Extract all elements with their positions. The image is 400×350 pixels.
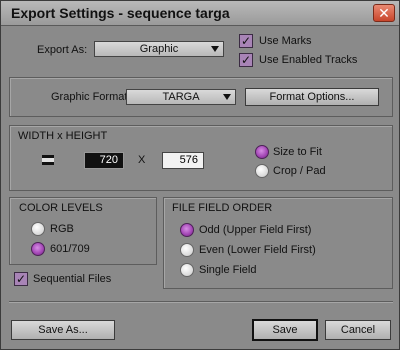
color-levels-heading: COLOR LEVELS [19, 202, 103, 214]
use-marks-label: Use Marks [259, 35, 312, 47]
color-levels-panel: COLOR LEVELS RGB 601/709 [9, 197, 157, 265]
odd-field-label: Odd (Upper Field First) [199, 224, 312, 236]
single-field-radio[interactable] [180, 263, 194, 277]
x-separator-label: X [138, 154, 146, 166]
use-enabled-tracks-label: Use Enabled Tracks [259, 54, 358, 66]
width-height-heading: WIDTH x HEIGHT [18, 130, 108, 142]
height-field[interactable]: 576 [162, 152, 204, 169]
export-as-dropdown[interactable]: Graphic [94, 41, 224, 57]
size-to-fit-radio[interactable] [255, 145, 269, 159]
rgb-radio[interactable] [31, 222, 45, 236]
odd-field-radio[interactable] [180, 223, 194, 237]
dialog-title: Export Settings - sequence targa [11, 5, 230, 21]
use-enabled-tracks-checkbox[interactable]: ✓ [239, 53, 253, 67]
graphic-format-value: TARGA [162, 91, 200, 103]
title-bar[interactable]: Export Settings - sequence targa ✕ [1, 1, 399, 26]
width-height-panel: WIDTH x HEIGHT 720 X 576 Size to Fit Cro… [9, 125, 393, 191]
file-field-order-panel: FILE FIELD ORDER Odd (Upper Field First)… [163, 197, 393, 289]
chevron-down-icon [223, 94, 231, 100]
footer-divider [9, 301, 393, 303]
cancel-button[interactable]: Cancel [325, 320, 391, 340]
use-marks-checkbox[interactable]: ✓ [239, 34, 253, 48]
crop-pad-radio[interactable] [255, 164, 269, 178]
graphic-format-label: Graphic Format: [51, 91, 131, 103]
aspect-lock-icon[interactable] [42, 155, 54, 165]
checkmark-icon: ✓ [15, 272, 27, 286]
save-as-button[interactable]: Save As... [11, 320, 115, 340]
close-button[interactable]: ✕ [373, 4, 395, 22]
export-as-label: Export As: [37, 44, 88, 56]
export-settings-dialog: Export Settings - sequence targa ✕ Expor… [0, 0, 400, 350]
checkmark-icon: ✓ [240, 53, 252, 67]
size-to-fit-label: Size to Fit [273, 146, 322, 158]
601-709-radio[interactable] [31, 242, 45, 256]
width-field[interactable]: 720 [84, 152, 124, 169]
single-field-label: Single Field [199, 264, 257, 276]
graphic-format-panel: Graphic Format: TARGA Format Options... [9, 77, 393, 117]
format-options-button[interactable]: Format Options... [245, 88, 379, 106]
checkmark-icon: ✓ [240, 34, 252, 48]
601-709-label: 601/709 [50, 243, 90, 255]
crop-pad-label: Crop / Pad [273, 165, 326, 177]
save-button[interactable]: Save [252, 319, 318, 341]
graphic-format-dropdown[interactable]: TARGA [126, 89, 236, 105]
even-field-label: Even (Lower Field First) [199, 244, 316, 256]
sequential-files-checkbox[interactable]: ✓ [14, 272, 28, 286]
close-icon: ✕ [378, 5, 390, 21]
export-as-value: Graphic [139, 43, 179, 55]
even-field-radio[interactable] [180, 243, 194, 257]
rgb-label: RGB [50, 223, 74, 235]
chevron-down-icon [211, 46, 219, 52]
file-field-order-heading: FILE FIELD ORDER [172, 202, 273, 214]
sequential-files-label: Sequential Files [33, 273, 112, 285]
